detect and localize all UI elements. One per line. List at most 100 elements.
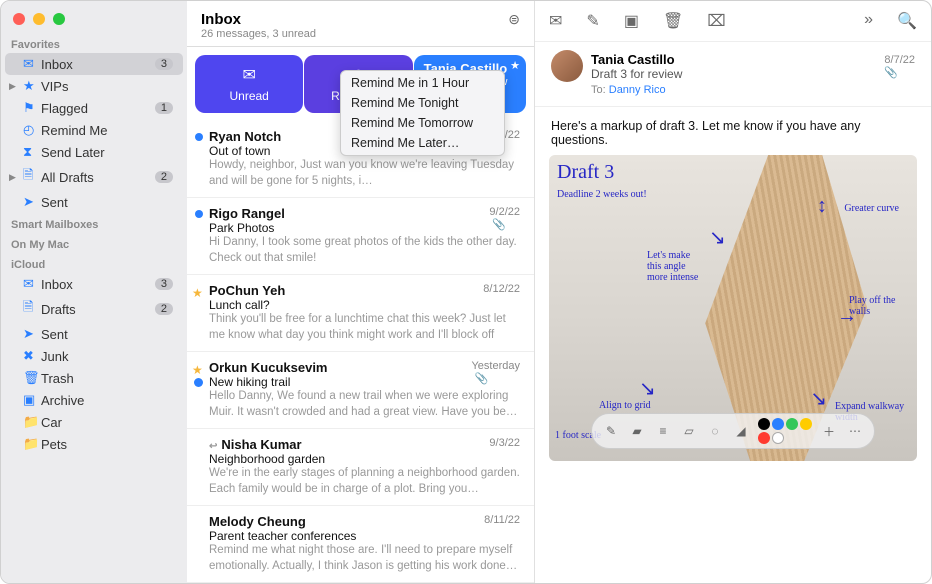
- sidebar-item-icloud-archive[interactable]: ▣ Archive: [5, 389, 183, 411]
- sidebar-item-icloud-trash[interactable]: 🗑 Trash: [5, 367, 183, 389]
- fullscreen-window-button[interactable]: [53, 13, 65, 25]
- close-window-button[interactable]: [13, 13, 25, 25]
- sidebar-item-icloud-junk[interactable]: ✖︎ Junk: [5, 345, 183, 367]
- search-icon[interactable]: 🔍: [897, 11, 917, 31]
- line-width-icon[interactable]: ≡: [654, 422, 672, 440]
- chevron-right-icon[interactable]: ▶: [9, 81, 16, 92]
- trash-icon: 🗑: [23, 370, 41, 386]
- minimize-window-button[interactable]: [33, 13, 45, 25]
- filter-button[interactable]: ⊜: [508, 11, 520, 28]
- from-name: Tania Castillo: [591, 52, 682, 67]
- unread-dot-icon: [195, 133, 203, 141]
- message-row[interactable]: 8/11/22 Melody Cheung Parent teacher con…: [187, 506, 534, 583]
- message-row[interactable]: ★ Yesterday📎 Orkun Kucuksevim New hiking…: [187, 352, 534, 429]
- viewer-toolbar: ✉︎ ✎ ▣ 🗑 ⌧ » 🔍: [535, 1, 931, 42]
- arrow-icon: ↕: [817, 195, 827, 218]
- avatar: [551, 50, 583, 82]
- sidebar-item-icloud-car[interactable]: 📁 Car: [5, 411, 183, 433]
- remind-tonight[interactable]: Remind Me Tonight: [341, 93, 504, 113]
- color-swatches: [758, 418, 812, 444]
- onmymac-heading: On My Mac: [1, 233, 187, 253]
- unread-dot-icon: [194, 378, 203, 387]
- trash-icon[interactable]: 🗑: [663, 11, 683, 31]
- folder-icon: 📁: [23, 436, 41, 452]
- star-icon: ★: [510, 59, 520, 72]
- to-recipient[interactable]: Danny Rico: [609, 84, 666, 96]
- color-yellow[interactable]: [800, 418, 812, 430]
- sidebar-item-remindme[interactable]: ◴ Remind Me: [5, 119, 183, 141]
- compose-icon[interactable]: ✎: [586, 11, 599, 31]
- sidebar-item-alldrafts[interactable]: ▶ 🗎 All Drafts 2: [5, 163, 183, 191]
- star-icon: ★: [192, 363, 203, 377]
- message-row[interactable]: ★ 8/12/22 PoChun Yeh Lunch call? Think y…: [187, 275, 534, 352]
- sidebar-item-icloud-sent[interactable]: ➤ Sent: [5, 323, 183, 345]
- annotation-deadline: Deadline 2 weeks out!: [557, 189, 647, 200]
- attachment-icon: 📎: [884, 67, 898, 79]
- sidebar: Favorites ✉︎ Inbox 3 ▶ ★ VIPs ⚑ Flagged …: [1, 1, 187, 583]
- clock-icon: ◴: [23, 122, 41, 138]
- more-markup-icon[interactable]: ⋯: [846, 422, 864, 440]
- color-white[interactable]: [772, 432, 784, 444]
- mailbox-subtitle: 26 messages, 3 unread: [201, 28, 316, 40]
- mail-body: Here's a markup of draft 3. Let me know …: [535, 107, 931, 155]
- mail-viewer: ✉︎ ✎ ▣ 🗑 ⌧ » 🔍 Tania Castillo Draft 3 fo…: [535, 1, 931, 583]
- remind-1hour[interactable]: Remind Me in 1 Hour: [341, 73, 504, 93]
- arrow-icon: ↘: [639, 376, 656, 401]
- mail-header: Tania Castillo Draft 3 for review 8/7/22…: [535, 42, 931, 107]
- pen-tool-icon[interactable]: ✎: [602, 422, 620, 440]
- lasso-tool-icon[interactable]: ◌: [706, 422, 724, 440]
- annotation-align: Align to grid: [599, 400, 651, 411]
- message-row[interactable]: 9/3/22 ↩︎Nisha Kumar Neighborhood garden…: [187, 429, 534, 506]
- color-green[interactable]: [786, 418, 798, 430]
- color-red[interactable]: [758, 432, 770, 444]
- star-icon: ★: [23, 78, 41, 94]
- more-icon[interactable]: »: [864, 11, 873, 31]
- sidebar-item-sent[interactable]: ➤ Sent: [5, 191, 183, 213]
- junk-icon: ✖︎: [23, 348, 41, 364]
- send-icon: ➤: [23, 194, 41, 210]
- sidebar-item-sendlater[interactable]: ⧗ Send Later: [5, 141, 183, 163]
- arrow-icon: →: [837, 305, 857, 328]
- sidebar-item-icloud-pets[interactable]: 📁 Pets: [5, 433, 183, 455]
- remind-me-popup: Remind Me in 1 Hour Remind Me Tonight Re…: [340, 70, 505, 156]
- remind-later[interactable]: Remind Me Later…: [341, 133, 504, 153]
- archive-icon: ▣: [23, 392, 41, 408]
- sidebar-item-inbox[interactable]: ✉︎ Inbox 3: [5, 53, 183, 75]
- sidebar-item-icloud-inbox[interactable]: ✉︎ Inbox 3: [5, 273, 183, 295]
- folder-icon: 📁: [23, 414, 41, 430]
- color-blue[interactable]: [772, 418, 784, 430]
- sidebar-item-icloud-drafts[interactable]: 🗎 Drafts 2: [5, 295, 183, 323]
- remind-tomorrow[interactable]: Remind Me Tomorrow: [341, 113, 504, 133]
- envelope-icon[interactable]: ✉︎: [549, 11, 562, 31]
- junk-icon[interactable]: ⌧: [707, 11, 725, 31]
- eraser-tool-icon[interactable]: ▱: [680, 422, 698, 440]
- calendar-clock-icon: ⧗: [23, 144, 41, 160]
- unread-dot-icon: [195, 210, 203, 218]
- send-icon: ➤: [23, 326, 41, 342]
- favorites-heading: Favorites: [1, 33, 187, 53]
- message-list: Inbox 26 messages, 3 unread ⊜ ✉︎ Unread …: [187, 1, 535, 583]
- message-row[interactable]: 9/2/22📎 Rigo Rangel Park Photos Hi Danny…: [187, 198, 534, 275]
- inbox-icon: ✉︎: [23, 276, 41, 292]
- reply-arrow-icon: ↩︎: [209, 441, 217, 452]
- markup-toolbar: ✎ ▰ ≡ ▱ ◌ ◢ ＋ ⋯: [591, 413, 875, 449]
- attachment-icon: 📎: [474, 373, 488, 385]
- flag-icon: ⚑: [23, 100, 41, 116]
- envelope-icon: ✉︎: [203, 65, 295, 85]
- inbox-icon: ✉︎: [23, 56, 41, 72]
- sidebar-item-vips[interactable]: ▶ ★ VIPs: [5, 75, 183, 97]
- chevron-right-icon[interactable]: ▶: [9, 172, 16, 183]
- highlighter-tool-icon[interactable]: ▰: [628, 422, 646, 440]
- annotation-curve: Greater curve: [844, 203, 899, 214]
- message-list-header: Inbox 26 messages, 3 unread ⊜: [187, 1, 534, 47]
- color-black[interactable]: [758, 418, 770, 430]
- attachment-image[interactable]: Draft 3 Deadline 2 weeks out! Let's make…: [549, 155, 917, 461]
- sidebar-item-flagged[interactable]: ⚑ Flagged 1: [5, 97, 183, 119]
- archive-icon[interactable]: ▣: [624, 11, 639, 31]
- window-controls: [1, 1, 187, 33]
- add-shape-icon[interactable]: ＋: [820, 422, 838, 440]
- pill-unread[interactable]: ✉︎ Unread: [195, 55, 303, 113]
- mailbox-title: Inbox: [201, 11, 316, 28]
- messages-container: 7/22 Ryan Notch Out of town Howdy, neigh…: [187, 121, 534, 583]
- ruler-tool-icon[interactable]: ◢: [732, 422, 750, 440]
